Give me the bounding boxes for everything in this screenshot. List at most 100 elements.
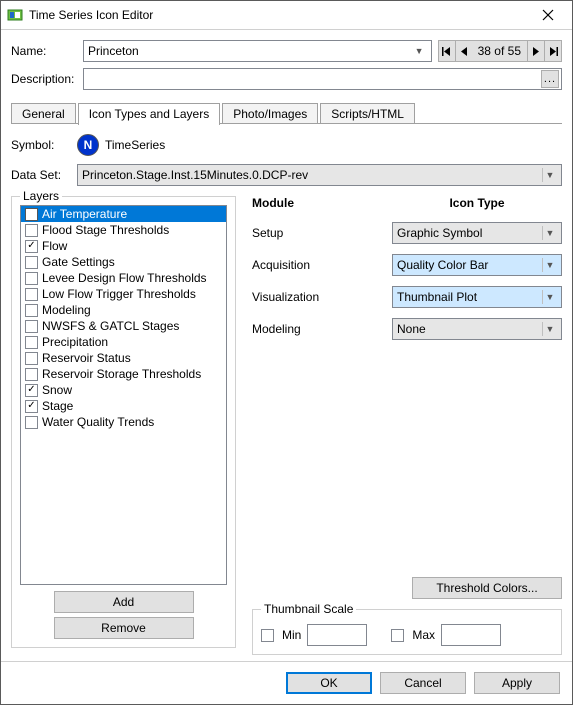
tab-photo-images[interactable]: Photo/Images xyxy=(222,103,318,124)
description-field[interactable]: ... xyxy=(83,68,562,90)
layer-checkbox[interactable] xyxy=(25,336,38,349)
thumbnail-scale-groupbox: Thumbnail Scale Min Max xyxy=(252,609,562,655)
main-columns: Layers Air TemperatureFlood Stage Thresh… xyxy=(11,196,562,655)
layer-item[interactable]: Levee Design Flow Thresholds xyxy=(21,270,226,286)
dialog-footer: OK Cancel Apply xyxy=(1,661,572,704)
icon-type-combobox[interactable]: Graphic Symbol▼ xyxy=(392,222,562,244)
dialog-window: Time Series Icon Editor Name: Princeton … xyxy=(0,0,573,705)
thumbnail-scale-row: Min Max xyxy=(261,624,553,646)
last-icon xyxy=(549,47,558,56)
min-label: Min xyxy=(282,628,301,642)
layer-item[interactable]: Gate Settings xyxy=(21,254,226,270)
max-checkbox[interactable] xyxy=(391,629,404,642)
tab-content: Symbol: N TimeSeries Data Set: Princeton… xyxy=(11,124,562,655)
layer-item[interactable]: Water Quality Trends xyxy=(21,414,226,430)
last-record-button[interactable] xyxy=(544,40,562,62)
layer-item[interactable]: Flood Stage Thresholds xyxy=(21,222,226,238)
layer-item[interactable]: Precipitation xyxy=(21,334,226,350)
layer-item[interactable]: Reservoir Storage Thresholds xyxy=(21,366,226,382)
max-label: Max xyxy=(412,628,435,642)
min-field[interactable] xyxy=(307,624,367,646)
layer-checkbox[interactable] xyxy=(25,400,38,413)
layer-item[interactable]: Modeling xyxy=(21,302,226,318)
chevron-down-icon: ▼ xyxy=(542,322,557,336)
layer-label: Water Quality Trends xyxy=(42,415,154,429)
layer-label: Gate Settings xyxy=(42,255,115,269)
pager-text: 38 of 55 xyxy=(472,40,527,62)
tab-scripts-html[interactable]: Scripts/HTML xyxy=(320,103,415,124)
cancel-button[interactable]: Cancel xyxy=(380,672,466,694)
max-field[interactable] xyxy=(441,624,501,646)
close-icon xyxy=(542,9,554,21)
layer-item[interactable]: Air Temperature xyxy=(21,206,226,222)
layers-buttons: Add Remove xyxy=(20,591,227,639)
layer-checkbox[interactable] xyxy=(25,272,38,285)
remove-layer-button[interactable]: Remove xyxy=(54,617,194,639)
description-row: Description: ... xyxy=(11,68,562,90)
layer-checkbox[interactable] xyxy=(25,224,38,237)
close-button[interactable] xyxy=(528,3,568,27)
layer-item[interactable]: NWSFS & GATCL Stages xyxy=(21,318,226,334)
name-row: Name: Princeton ▼ 38 of 55 xyxy=(11,40,562,62)
module-row: ModelingNone▼ xyxy=(252,318,562,340)
first-record-button[interactable] xyxy=(438,40,456,62)
icon-type-combobox[interactable]: None▼ xyxy=(392,318,562,340)
thumbnail-scale-title: Thumbnail Scale xyxy=(261,602,356,616)
layer-label: Precipitation xyxy=(42,335,108,349)
layers-group-title: Layers xyxy=(20,189,62,203)
module-row: SetupGraphic Symbol▼ xyxy=(252,222,562,244)
tab-icon-types-and-layers[interactable]: Icon Types and Layers xyxy=(78,103,221,125)
layer-label: Low Flow Trigger Thresholds xyxy=(42,287,196,301)
symbol-icon[interactable]: N xyxy=(77,134,99,156)
layer-item[interactable]: Stage xyxy=(21,398,226,414)
add-layer-button[interactable]: Add xyxy=(54,591,194,613)
module-label: Setup xyxy=(252,226,392,240)
layer-checkbox[interactable] xyxy=(25,416,38,429)
ok-button[interactable]: OK xyxy=(286,672,372,694)
layer-checkbox[interactable] xyxy=(25,304,38,317)
icontype-header-label: Icon Type xyxy=(392,196,562,210)
layer-checkbox[interactable] xyxy=(25,352,38,365)
apply-button[interactable]: Apply xyxy=(474,672,560,694)
layers-list[interactable]: Air TemperatureFlood Stage ThresholdsFlo… xyxy=(20,205,227,585)
layer-label: Reservoir Storage Thresholds xyxy=(42,367,201,381)
dataset-row: Data Set: Princeton.Stage.Inst.15Minutes… xyxy=(11,164,562,186)
icon-type-combobox[interactable]: Thumbnail Plot▼ xyxy=(392,286,562,308)
name-combobox[interactable]: Princeton ▼ xyxy=(83,40,432,62)
prev-record-button[interactable] xyxy=(455,40,473,62)
layer-checkbox[interactable] xyxy=(25,288,38,301)
chevron-down-icon: ▼ xyxy=(542,226,557,240)
tab-bar: GeneralIcon Types and LayersPhoto/Images… xyxy=(11,102,562,124)
layer-checkbox[interactable] xyxy=(25,384,38,397)
tab-general[interactable]: General xyxy=(11,103,76,124)
modules-panel: Module Icon Type SetupGraphic Symbol▼Acq… xyxy=(252,196,562,655)
layer-checkbox[interactable] xyxy=(25,320,38,333)
layer-item[interactable]: Snow xyxy=(21,382,226,398)
layer-checkbox[interactable] xyxy=(25,256,38,269)
name-label: Name: xyxy=(11,44,83,58)
layer-label: Air Temperature xyxy=(42,207,127,221)
layer-label: Modeling xyxy=(42,303,91,317)
module-row: VisualizationThumbnail Plot▼ xyxy=(252,286,562,308)
dialog-body: Name: Princeton ▼ 38 of 55 xyxy=(1,30,572,661)
dataset-combobox[interactable]: Princeton.Stage.Inst.15Minutes.0.DCP-rev… xyxy=(77,164,562,186)
description-browse-button[interactable]: ... xyxy=(541,70,559,88)
icon-type-combobox[interactable]: Quality Color Bar▼ xyxy=(392,254,562,276)
min-checkbox[interactable] xyxy=(261,629,274,642)
titlebar: Time Series Icon Editor xyxy=(1,1,572,30)
layers-groupbox: Layers Air TemperatureFlood Stage Thresh… xyxy=(11,196,236,648)
layer-label: Flow xyxy=(42,239,67,253)
layer-label: Stage xyxy=(42,399,73,413)
layer-item[interactable]: Low Flow Trigger Thresholds xyxy=(21,286,226,302)
module-row: AcquisitionQuality Color Bar▼ xyxy=(252,254,562,276)
layer-item[interactable]: Flow xyxy=(21,238,226,254)
layer-label: Reservoir Status xyxy=(42,351,131,365)
layer-item[interactable]: Reservoir Status xyxy=(21,350,226,366)
chevron-down-icon: ▼ xyxy=(542,258,557,272)
layer-checkbox[interactable] xyxy=(25,368,38,381)
next-record-button[interactable] xyxy=(527,40,545,62)
module-label: Acquisition xyxy=(252,258,392,272)
threshold-colors-button[interactable]: Threshold Colors... xyxy=(412,577,562,599)
layer-checkbox[interactable] xyxy=(25,208,38,221)
layer-checkbox[interactable] xyxy=(25,240,38,253)
